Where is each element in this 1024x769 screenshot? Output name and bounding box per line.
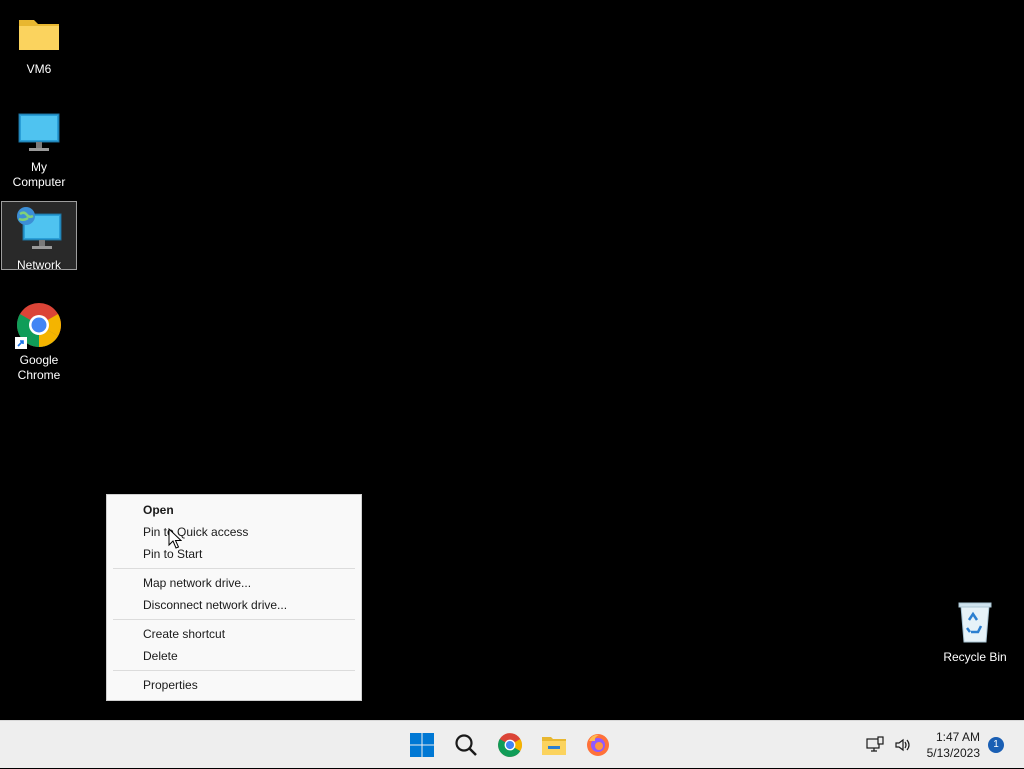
menu-item-disconnect-network-drive[interactable]: Disconnect network drive... [107, 594, 361, 616]
menu-item-properties[interactable]: Properties [107, 674, 361, 696]
menu-separator [113, 670, 355, 671]
start-icon [410, 733, 434, 757]
taskbar-chrome-button[interactable] [488, 723, 532, 767]
menu-item-map-network-drive[interactable]: Map network drive... [107, 572, 361, 594]
desktop-icon-recycle-bin[interactable]: Recycle Bin [937, 594, 1013, 665]
desktop-icon-label: VM6 [26, 62, 52, 76]
clock-date: 5/13/2023 [926, 746, 980, 760]
folder-icon [15, 10, 63, 58]
volume-icon [895, 738, 910, 752]
desktop-icon-google-chrome[interactable]: Google Chrome [1, 297, 77, 383]
search-button[interactable] [444, 723, 488, 767]
clock[interactable]: 1:47 AM 5/13/2023 [927, 729, 980, 761]
computer-icon [15, 108, 63, 156]
context-menu: Open Pin to Quick access Pin to Start Ma… [106, 494, 362, 701]
system-tray: 1:47 AM 5/13/2023 1 [861, 721, 1024, 769]
desktop-icon-label: Google Chrome [17, 353, 61, 382]
desktop-icon-label: Recycle Bin [943, 650, 1007, 664]
file-explorer-icon [542, 737, 566, 755]
search-icon [455, 734, 477, 756]
taskbar-apps [400, 721, 620, 769]
desktop-icon-vm6[interactable]: VM6 [1, 6, 77, 77]
taskbar-file-explorer-button[interactable] [532, 723, 576, 767]
shortcut-arrow-icon [15, 337, 27, 349]
menu-separator [113, 619, 355, 620]
desktop[interactable]: VM6 My Computer Network Google Chrome Re… [0, 0, 1024, 720]
clock-time: 1:47 AM [935, 730, 980, 744]
network-status-button[interactable] [863, 733, 887, 757]
taskbar-firefox-button[interactable] [576, 723, 620, 767]
desktop-icon-my-computer[interactable]: My Computer [1, 104, 77, 190]
firefox-icon [587, 734, 609, 756]
notification-badge[interactable]: 1 [988, 737, 1004, 753]
chrome-icon [15, 301, 63, 349]
menu-item-delete[interactable]: Delete [107, 645, 361, 667]
chrome-icon [498, 733, 522, 757]
volume-button[interactable] [891, 733, 915, 757]
recycle-bin-icon [951, 598, 999, 646]
menu-item-pin-start[interactable]: Pin to Start [107, 543, 361, 565]
taskbar: 1:47 AM 5/13/2023 1 [0, 720, 1024, 768]
menu-separator [113, 568, 355, 569]
menu-item-open[interactable]: Open [107, 499, 361, 521]
network-status-icon [866, 736, 884, 752]
mouse-cursor-icon [168, 528, 182, 549]
start-button[interactable] [400, 723, 444, 767]
desktop-icon-label: My Computer [12, 160, 66, 189]
desktop-icon-label: Network [16, 258, 61, 272]
desktop-icon-network[interactable]: Network [1, 201, 77, 272]
menu-item-pin-quick-access[interactable]: Pin to Quick access [107, 521, 361, 543]
network-icon [15, 206, 63, 254]
menu-item-create-shortcut[interactable]: Create shortcut [107, 623, 361, 645]
